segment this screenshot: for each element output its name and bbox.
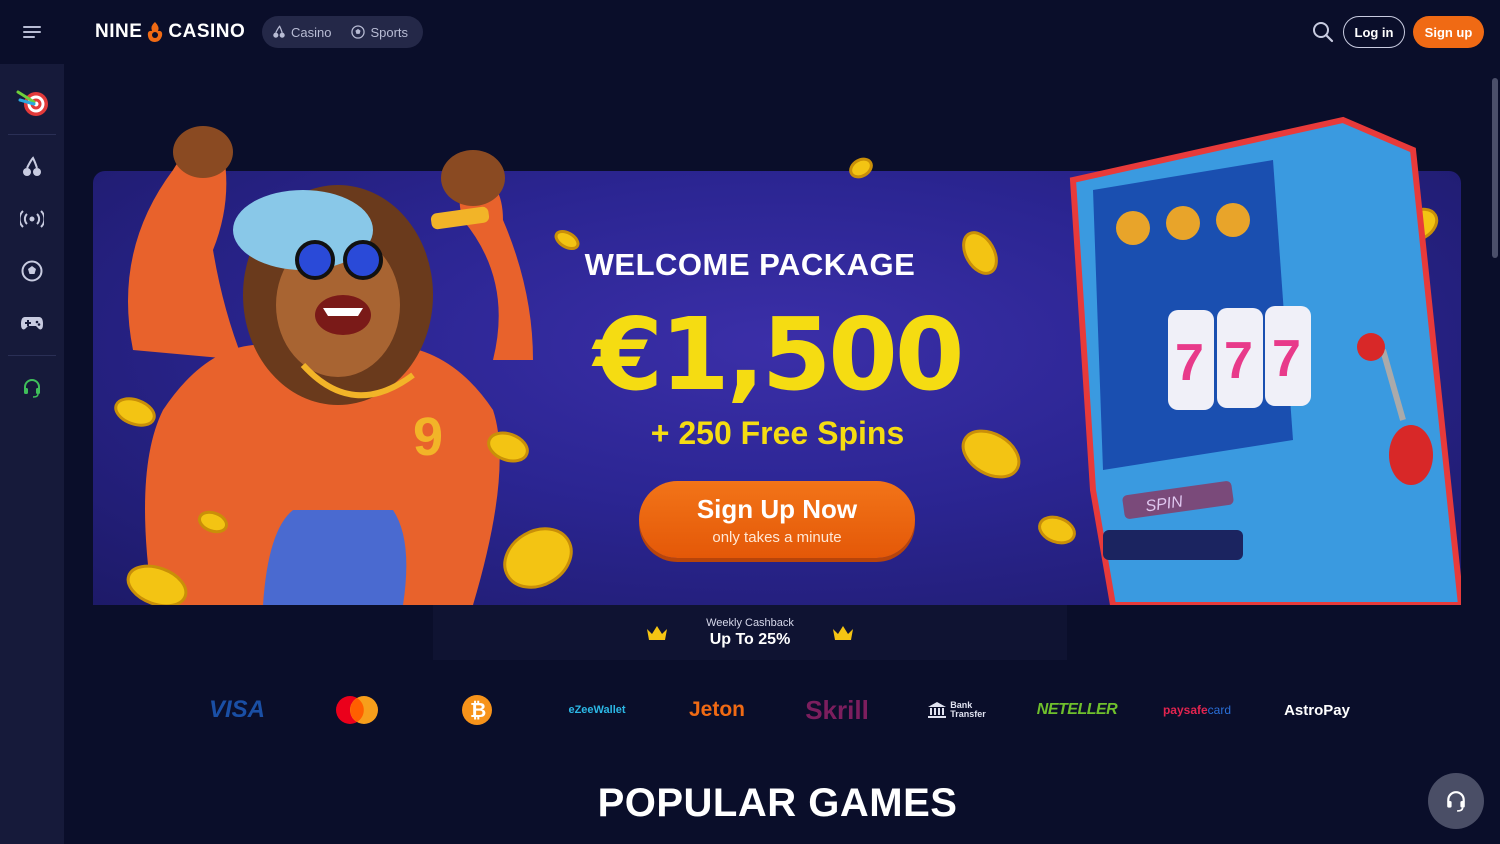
signup-button[interactable]: Sign up <box>1413 16 1484 48</box>
sidebar-item-casino[interactable] <box>0 141 64 193</box>
cashback-value: Up To 25% <box>709 630 791 648</box>
payment-skrill[interactable]: Skrill <box>777 688 897 732</box>
card-text: card <box>1207 703 1232 717</box>
bank-transfer-logo: Bank Transfer <box>928 701 986 719</box>
nav-casino-label: Casino <box>291 24 332 40</box>
payment-methods: VISA ₿ eZeeWallet Jeton Skrill Bank Tran… <box>177 688 1377 732</box>
visa-logo: VISA <box>208 696 265 723</box>
site-logo[interactable]: NINE CASINO <box>95 14 245 50</box>
nav-sports[interactable]: Sports <box>351 25 408 40</box>
payment-jeton[interactable]: Jeton <box>657 688 777 732</box>
sidebar-item-live[interactable] <box>0 193 64 245</box>
football-icon <box>351 25 366 39</box>
menu-area <box>0 0 64 64</box>
payment-paysafecard[interactable]: paysafecard <box>1137 688 1257 732</box>
scrollbar-thumb[interactable] <box>1492 78 1498 258</box>
cherry-icon <box>23 156 41 176</box>
bank-icon <box>928 702 947 718</box>
login-button[interactable]: Log in <box>1343 16 1405 48</box>
cta-sub-label: only takes a minute <box>712 528 842 546</box>
astropay-logo: AstroPay <box>1284 701 1350 719</box>
main-nav: Casino Sports <box>262 16 423 48</box>
dart-target-icon <box>16 90 48 116</box>
free-spins-text: + 250 Free Spins <box>650 415 905 451</box>
headset-icon <box>1447 791 1465 812</box>
live-support-button[interactable] <box>1428 773 1484 829</box>
mastercard-logo <box>336 696 378 724</box>
svg-text:₿: ₿ <box>470 698 486 722</box>
menu-hamburger-icon[interactable] <box>23 26 41 38</box>
ezeewallet-logo: eZeeWallet <box>568 704 626 716</box>
payment-astropay[interactable]: AstroPay <box>1257 688 1377 732</box>
payment-bitcoin[interactable]: ₿ <box>417 688 537 732</box>
sidebar-item-promotions[interactable] <box>0 64 64 128</box>
payment-bank-transfer[interactable]: Bank Transfer <box>897 688 1017 732</box>
bank-transfer-line2: Transfer <box>950 709 986 719</box>
nav-sports-label: Sports <box>370 24 409 40</box>
cashback-label: Weekly Cashback <box>706 616 794 629</box>
skrill-logo: Skrill <box>805 694 869 725</box>
page-scrollbar[interactable] <box>1490 64 1500 844</box>
banner-title: WELCOME PACKAGE <box>584 247 916 282</box>
lion-flame-icon <box>148 22 163 42</box>
logo-text-left: NINE <box>95 21 143 42</box>
jeton-logo: Jeton <box>688 698 745 721</box>
crown-icon <box>832 625 853 640</box>
payment-ezeewallet[interactable]: eZeeWallet <box>537 688 657 732</box>
cherry-icon <box>273 25 285 38</box>
payment-visa[interactable]: VISA <box>177 688 297 732</box>
neteller-logo: NETELLER <box>1036 701 1118 718</box>
top-header: NINE CASINO Casino Sports Log in Sign up <box>64 0 1500 64</box>
weekly-cashback-strip: Weekly Cashback Up To 25% <box>433 605 1067 660</box>
sidebar-divider <box>8 134 56 135</box>
payment-mastercard[interactable] <box>297 688 417 732</box>
live-broadcast-icon <box>20 210 44 228</box>
nav-casino[interactable]: Casino <box>272 25 331 40</box>
logo-text-right: CASINO <box>168 21 246 42</box>
sign-up-now-button[interactable]: Sign Up Now only takes a minute <box>639 481 915 558</box>
paysafe-text: paysafe <box>1162 703 1208 717</box>
paysafecard-logo: paysafecard <box>1163 703 1231 717</box>
search-icon[interactable] <box>1311 20 1335 44</box>
cta-main-label: Sign Up Now <box>696 493 858 524</box>
bitcoin-logo: ₿ <box>462 695 492 725</box>
bonus-amount: €1,500 <box>593 296 965 413</box>
popular-games-heading: POPULAR GAMES <box>597 781 958 825</box>
payment-neteller[interactable]: NETELLER <box>1017 688 1137 732</box>
crown-icon <box>647 625 668 640</box>
